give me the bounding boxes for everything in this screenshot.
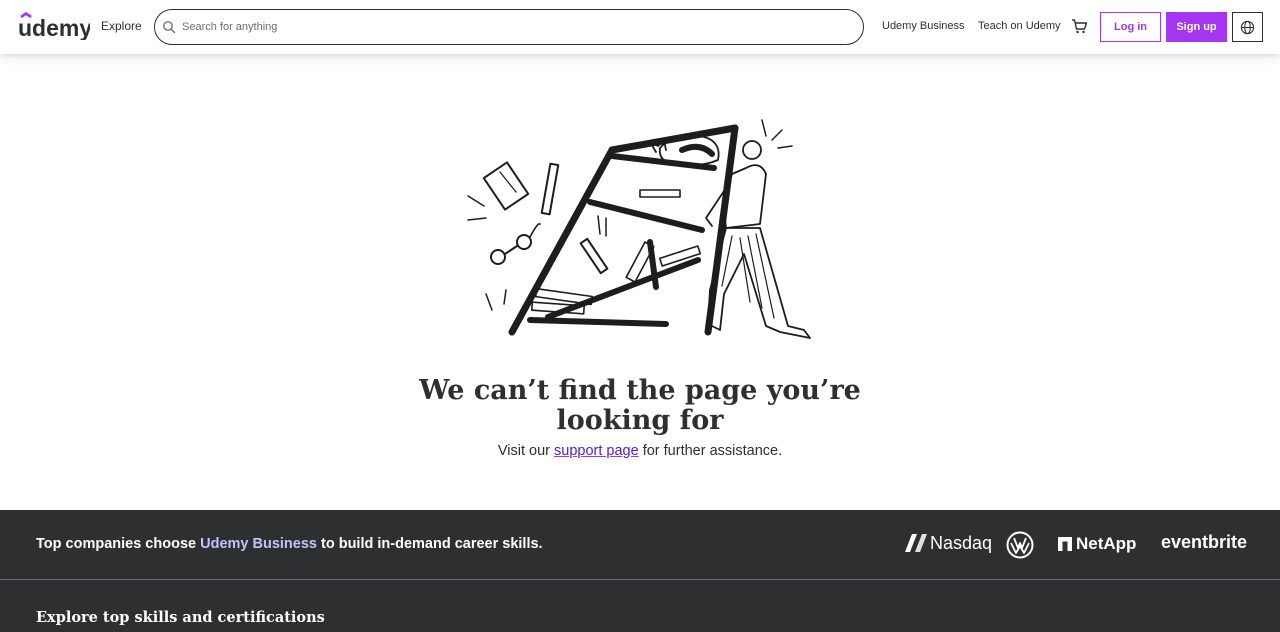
business-tagline: Top companies choose Udemy Business to b… <box>36 536 543 552</box>
netapp-mark-icon <box>1058 537 1072 551</box>
netapp-wordmark: NetApp <box>1076 534 1137 553</box>
login-button[interactable]: Log in <box>1100 12 1161 42</box>
svg-text:udemy: udemy <box>18 15 90 40</box>
language-button[interactable] <box>1232 12 1263 42</box>
support-message-prefix: Visit our <box>497 443 555 459</box>
udemy-business-footer-link[interactable]: Udemy Business <box>200 536 317 552</box>
search-input[interactable] <box>182 21 822 33</box>
explore-skills-heading: Explore top skills and certifications <box>36 609 325 626</box>
teach-on-udemy-link[interactable]: Teach on Udemy <box>978 20 1061 32</box>
tagline-prefix: Top companies choose <box>36 536 201 552</box>
netapp-logo: NetApp <box>1058 534 1136 554</box>
signup-button[interactable]: Sign up <box>1166 12 1227 42</box>
tagline-suffix: to build in-demand career skills. <box>316 536 543 552</box>
cart-icon[interactable] <box>1071 18 1088 35</box>
eventbrite-logo: eventbrite <box>1161 532 1248 552</box>
nasdaq-logo: Nasdaq <box>903 532 992 554</box>
footer: Top companies choose Udemy Business to b… <box>0 510 1280 632</box>
globe-icon <box>1240 20 1255 34</box>
nasdaq-wordmark: Nasdaq <box>930 532 993 553</box>
volkswagen-logo <box>1006 531 1034 559</box>
page-title: We can’t find the page you’re looking fo… <box>419 375 861 436</box>
nasdaq-mark-icon <box>905 534 927 552</box>
support-message-suffix: for further assistance. <box>638 443 783 459</box>
support-message: Visit our support page for further assis… <box>390 443 890 459</box>
support-page-link[interactable]: support page <box>554 443 639 459</box>
search-icon[interactable] <box>162 20 176 34</box>
explore-menu[interactable]: Explore <box>101 19 142 33</box>
search-bar[interactable] <box>154 9 864 45</box>
top-header: udemy Explore Udemy Business Teach on Ud… <box>0 0 1280 54</box>
udemy-logo[interactable]: udemy <box>18 12 90 40</box>
footer-divider <box>0 579 1280 580</box>
udemy-business-link[interactable]: Udemy Business <box>882 20 965 32</box>
page-not-found-illustration <box>467 119 811 339</box>
